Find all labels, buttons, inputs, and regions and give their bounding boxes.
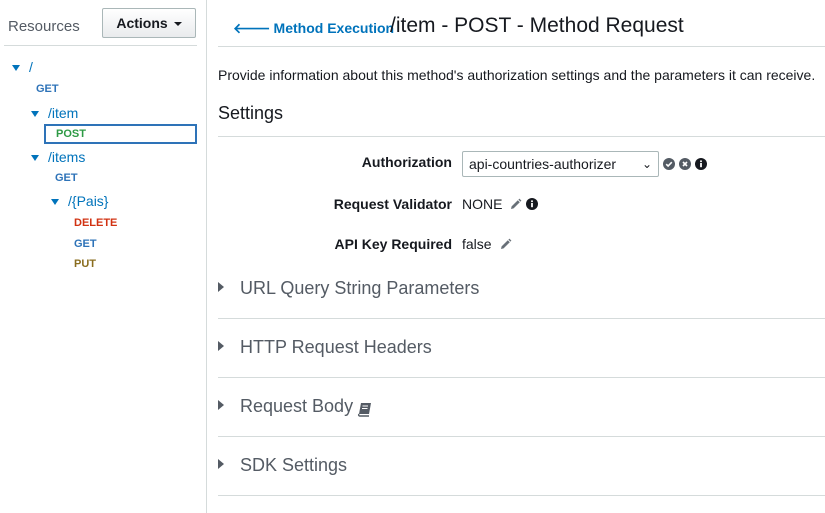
tree-toggle-icon[interactable] bbox=[31, 154, 39, 161]
tree-method-pais-put[interactable]: PUT bbox=[74, 258, 96, 270]
actions-label: Actions bbox=[116, 15, 168, 31]
section-http-request-headers[interactable]: HTTP Request Headers bbox=[218, 319, 825, 378]
resources-divider bbox=[4, 45, 197, 46]
method-request-panel: 🡐 Method Execution /item - POST - Method … bbox=[218, 0, 825, 513]
tree-method-pais-get[interactable]: GET bbox=[74, 238, 97, 250]
tree-path-item[interactable]: /item bbox=[48, 105, 78, 121]
api-key-required-label: API Key Required bbox=[334, 236, 452, 252]
request-validator-value: NONE bbox=[462, 196, 503, 212]
authorization-label: Authorization bbox=[361, 154, 452, 170]
tree-method-items-get[interactable]: GET bbox=[55, 172, 78, 184]
actions-button[interactable]: Actions bbox=[102, 8, 196, 38]
expand-arrow-icon bbox=[218, 400, 224, 410]
book-icon bbox=[357, 403, 371, 417]
page-title: /item - POST - Method Request bbox=[390, 14, 684, 37]
tree-path-pais[interactable]: /{Pais} bbox=[68, 193, 108, 209]
tree-method-item-post-selected[interactable]: POST bbox=[44, 124, 197, 144]
request-validator-label: Request Validator bbox=[333, 196, 452, 212]
tree-node-items: /items bbox=[31, 149, 85, 167]
tree-toggle-icon[interactable] bbox=[51, 198, 59, 205]
cancel-circle-icon[interactable] bbox=[679, 158, 691, 170]
resources-panel: Resources Actions / GET /item POST /item… bbox=[0, 0, 207, 513]
tree-node-pais: /{Pais} bbox=[51, 193, 108, 211]
section-url-query-string-parameters[interactable]: URL Query String Parameters bbox=[218, 260, 825, 319]
pencil-icon[interactable] bbox=[509, 198, 522, 211]
expand-arrow-icon bbox=[218, 282, 224, 292]
expand-arrow-icon bbox=[218, 341, 224, 351]
check-circle-icon[interactable] bbox=[663, 158, 675, 170]
tree-node-item: /item bbox=[31, 105, 78, 123]
tree-toggle-icon[interactable] bbox=[31, 110, 39, 117]
section-label: URL Query String Parameters bbox=[240, 278, 480, 298]
page-description: Provide information about this method's … bbox=[218, 67, 816, 83]
info-circle-icon[interactable] bbox=[526, 198, 538, 210]
tree-toggle-icon[interactable] bbox=[12, 64, 20, 71]
section-label: Request Body bbox=[240, 396, 354, 416]
expand-arrow-icon bbox=[218, 459, 224, 469]
method-execution-label: Method Execution bbox=[273, 20, 395, 36]
tree-node-root: / bbox=[12, 59, 33, 77]
resources-title: Resources bbox=[8, 18, 80, 35]
tree-path-root[interactable]: / bbox=[29, 59, 33, 75]
title-divider bbox=[218, 46, 825, 47]
chevron-down-icon: ⌄ bbox=[641, 157, 652, 171]
section-request-body[interactable]: Request Body bbox=[218, 378, 825, 437]
tree-method-pais-delete[interactable]: DELETE bbox=[74, 217, 117, 229]
authorization-selected-value: api-countries-authorizer bbox=[469, 156, 617, 172]
tree-path-items[interactable]: /items bbox=[48, 149, 85, 165]
tree-method-root-get[interactable]: GET bbox=[36, 83, 59, 95]
info-circle-icon[interactable] bbox=[695, 158, 707, 170]
authorization-select[interactable]: api-countries-authorizer ⌄ bbox=[462, 151, 659, 177]
pencil-icon[interactable] bbox=[499, 238, 512, 251]
settings-divider bbox=[218, 136, 825, 137]
section-sdk-settings[interactable]: SDK Settings bbox=[218, 437, 825, 496]
section-label: SDK Settings bbox=[240, 455, 348, 475]
method-execution-link[interactable]: 🡐 Method Execution bbox=[233, 20, 394, 37]
settings-heading: Settings bbox=[218, 103, 284, 123]
api-key-required-value: false bbox=[462, 236, 492, 252]
section-label: HTTP Request Headers bbox=[240, 337, 432, 357]
caret-down-icon bbox=[173, 22, 182, 27]
back-arrow-icon: 🡐 bbox=[233, 20, 271, 36]
